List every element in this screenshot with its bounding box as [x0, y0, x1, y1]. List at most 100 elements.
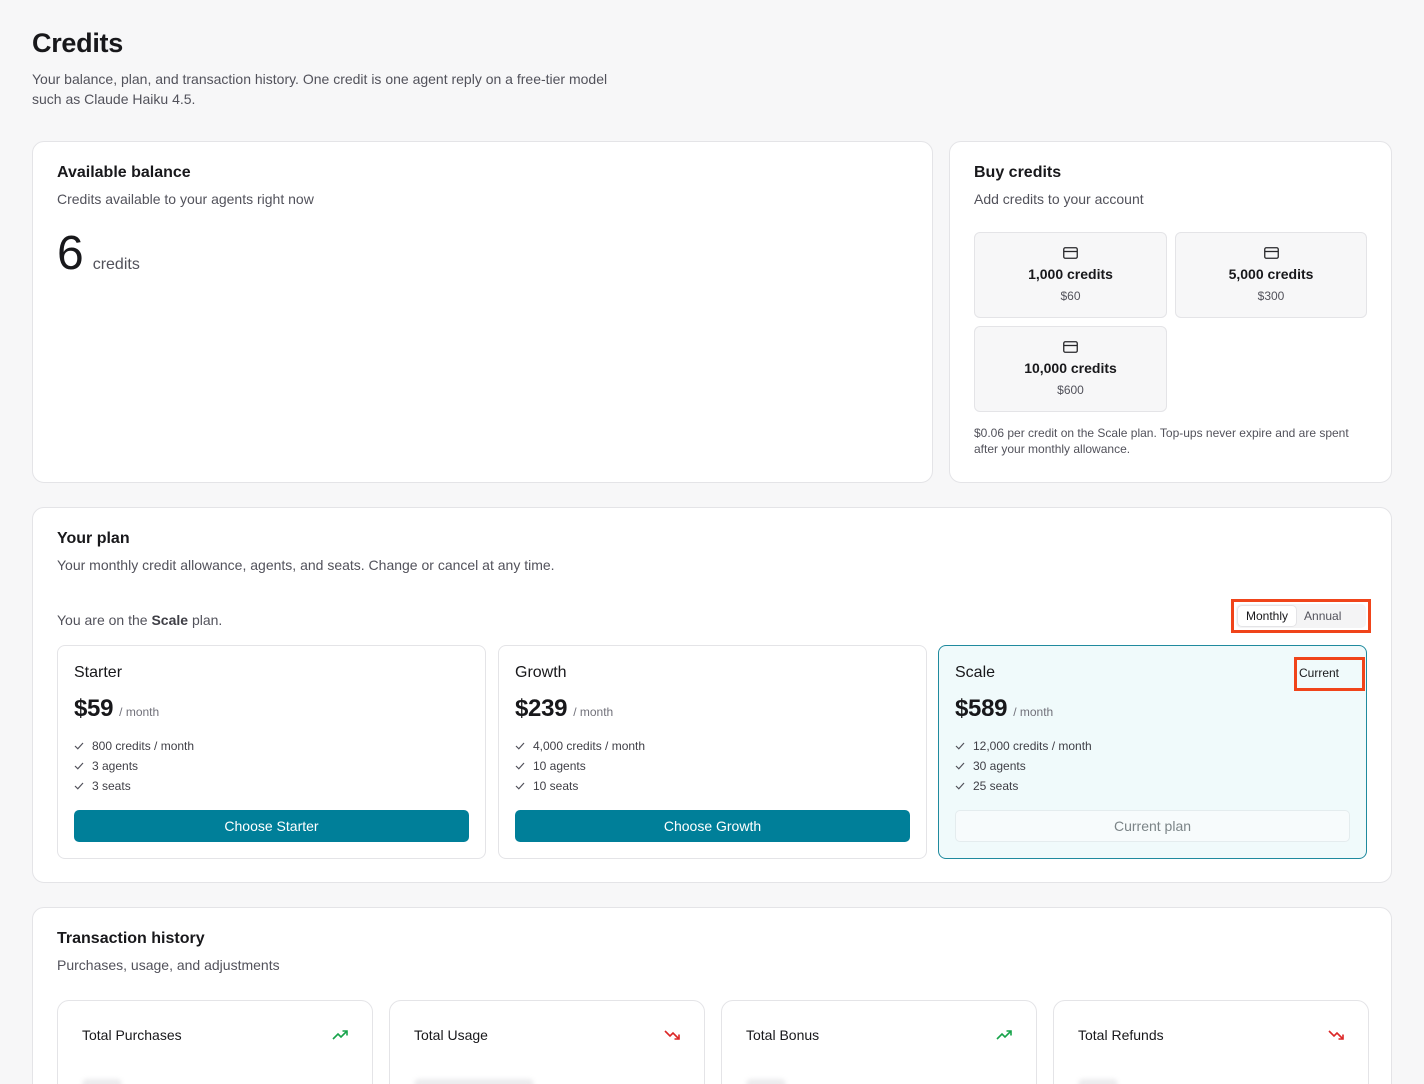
- current-plan-name: Scale: [151, 612, 189, 628]
- feature-text: 10 agents: [533, 759, 586, 773]
- choose-growth-button[interactable]: Choose Growth: [515, 810, 910, 842]
- tier-price: $589: [955, 695, 1008, 722]
- transaction-history-subtitle: Purchases, usage, and adjustments: [57, 957, 280, 973]
- current-plan-suffix: plan.: [191, 612, 223, 628]
- tier-period: / month: [1013, 705, 1054, 719]
- tier-price-row: $239 / month: [515, 695, 910, 723]
- tier-feature: 4,000 credits / month: [515, 736, 910, 756]
- feature-text: 3 agents: [92, 759, 139, 773]
- balance-subtitle: Credits available to your agents right n…: [57, 191, 314, 207]
- check-icon: [74, 762, 84, 770]
- tier-name: Scale: [955, 664, 996, 681]
- trending-down-icon: [664, 1030, 680, 1040]
- pack-credits: 5,000 credits: [1228, 266, 1314, 282]
- plan-card: Your plan Your monthly credit allowance,…: [32, 507, 1392, 883]
- feature-text: 800 credits / month: [92, 739, 195, 753]
- billing-monthly-option[interactable]: Monthly: [1238, 606, 1297, 626]
- feature-text: 12,000 credits / month: [973, 739, 1092, 753]
- feature-text: 4,000 credits / month: [533, 739, 646, 753]
- check-icon: [515, 782, 525, 790]
- pack-price: $60: [1060, 289, 1081, 303]
- buy-credits-title: Buy credits: [974, 164, 1062, 181]
- tier-name: Starter: [74, 664, 123, 681]
- choose-starter-button[interactable]: Choose Starter: [74, 810, 469, 842]
- page-header: Credits Your balance, plan, and transact…: [32, 28, 1392, 109]
- current-plan-badge: Current: [1294, 657, 1365, 691]
- billing-annual-option[interactable]: Annual: [1296, 606, 1349, 626]
- feature-text: 25 seats: [973, 779, 1019, 793]
- balance-card: Available balance Credits available to y…: [32, 141, 933, 483]
- tier-feature: 3 seats: [74, 776, 469, 796]
- pack-price: $600: [1057, 383, 1084, 397]
- current-plan-button: Current plan: [955, 810, 1350, 842]
- plan-title: Your plan: [57, 530, 130, 547]
- buy-credits-subtitle: Add credits to your account: [974, 191, 1144, 207]
- tier-features: 12,000 credits / month 30 agents 25 seat…: [955, 736, 1350, 796]
- check-icon: [74, 742, 84, 750]
- feature-text: 3 seats: [92, 779, 131, 793]
- pack-price: $300: [1257, 289, 1285, 303]
- stat-total-purchases: Total Purchases: [57, 1000, 373, 1084]
- transaction-history-title: Transaction history: [57, 930, 205, 947]
- stat-label: Total Bonus: [746, 1027, 820, 1043]
- balance-amount: 6: [57, 227, 84, 280]
- trending-up-icon: [332, 1030, 348, 1040]
- tier-features: 800 credits / month 3 agents 3 seats: [74, 736, 469, 796]
- stat-value-placeholder: [1078, 1079, 1118, 1084]
- trending-down-icon: [1328, 1030, 1344, 1040]
- check-icon: [955, 762, 965, 770]
- check-icon: [74, 782, 84, 790]
- billing-toggle-highlight: Monthly Annual: [1231, 599, 1371, 633]
- trending-up-icon: [996, 1030, 1012, 1040]
- tier-feature: 30 agents: [955, 756, 1350, 776]
- stat-total-refunds: Total Refunds: [1053, 1000, 1369, 1084]
- tier-price: $239: [515, 695, 568, 722]
- tier-feature: 25 seats: [955, 776, 1350, 796]
- credit-pack-5000[interactable]: 5,000 credits $300: [1175, 232, 1367, 318]
- tier-feature: 10 seats: [515, 776, 910, 796]
- page-title: Credits: [32, 28, 123, 58]
- tier-feature: 3 agents: [74, 756, 469, 776]
- tier-feature: 12,000 credits / month: [955, 736, 1350, 756]
- buy-credits-card: Buy credits Add credits to your account …: [949, 141, 1392, 483]
- feature-text: 30 agents: [973, 759, 1026, 773]
- tier-name: Growth: [515, 664, 567, 681]
- transaction-history-card: Transaction history Purchases, usage, an…: [32, 907, 1392, 1084]
- check-icon: [955, 742, 965, 750]
- billing-period-toggle: Monthly Annual: [1236, 604, 1366, 628]
- credit-card-icon: [1063, 341, 1078, 353]
- credit-pack-1000[interactable]: 1,000 credits $60: [974, 232, 1167, 318]
- stat-total-usage: Total Usage: [389, 1000, 705, 1084]
- plan-tier-scale: Scale Current $589 / month 12,000 credit…: [938, 645, 1367, 859]
- tier-period: / month: [119, 705, 160, 719]
- tier-price: $59: [74, 695, 114, 722]
- plan-tier-starter: Starter $59 / month 800 credits / month …: [57, 645, 486, 859]
- balance-title: Available balance: [57, 164, 191, 181]
- stat-value-placeholder: [414, 1079, 534, 1084]
- tier-price-row: $59 / month: [74, 695, 469, 723]
- credit-card-icon: [1063, 247, 1078, 259]
- pack-credits: 1,000 credits: [1028, 266, 1113, 282]
- plan-tier-growth: Growth $239 / month 4,000 credits / mont…: [498, 645, 927, 859]
- credit-pack-10000[interactable]: 10,000 credits $600: [974, 326, 1167, 412]
- stat-label: Total Usage: [414, 1027, 488, 1043]
- pack-credits: 10,000 credits: [1024, 360, 1117, 376]
- buy-credits-note: $0.06 per credit on the Scale plan. Top-…: [974, 426, 1349, 456]
- stat-value-placeholder: [746, 1079, 786, 1084]
- check-icon: [515, 762, 525, 770]
- page-subtitle: Your balance, plan, and transaction hist…: [32, 71, 608, 107]
- balance-unit: credits: [92, 256, 140, 273]
- stat-label: Total Refunds: [1078, 1027, 1164, 1043]
- check-icon: [515, 742, 525, 750]
- balance-amount-row: 6 credits: [57, 227, 908, 281]
- tier-period: / month: [573, 705, 614, 719]
- tier-features: 4,000 credits / month 10 agents 10 seats: [515, 736, 910, 796]
- tier-feature: 800 credits / month: [74, 736, 469, 756]
- tier-price-row: $589 / month: [955, 695, 1350, 723]
- plan-subtitle: Your monthly credit allowance, agents, a…: [57, 557, 555, 573]
- stat-total-bonus: Total Bonus: [721, 1000, 1037, 1084]
- feature-text: 10 seats: [533, 779, 579, 793]
- stat-label: Total Purchases: [82, 1027, 182, 1043]
- current-plan-prefix: You are on the: [57, 612, 148, 628]
- transaction-stats: Total Purchases Total Usage Total Bonus …: [57, 1000, 1369, 1084]
